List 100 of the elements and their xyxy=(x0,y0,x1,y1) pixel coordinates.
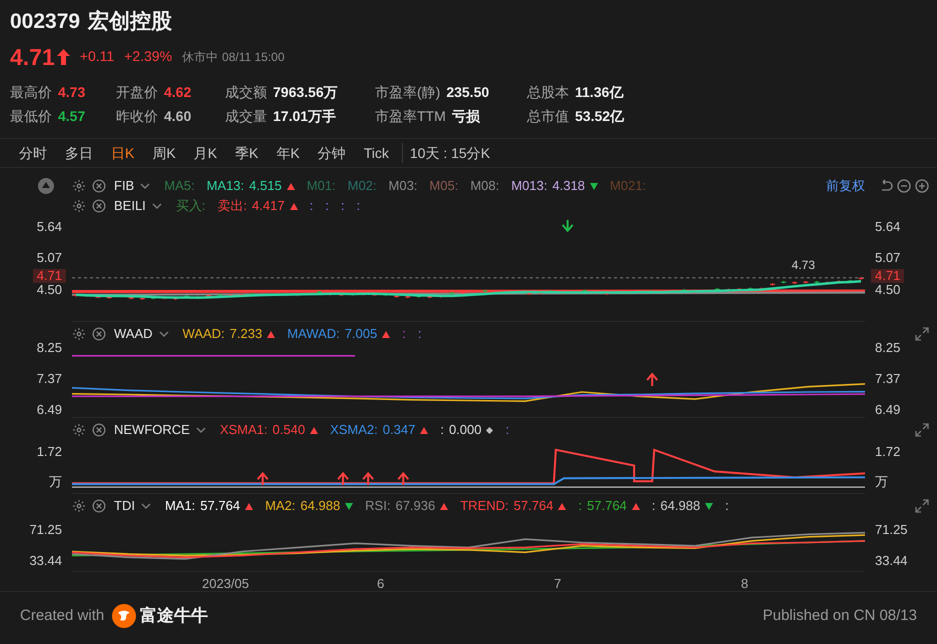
expand-icon[interactable] xyxy=(915,499,929,513)
indicator-name: WAAD xyxy=(114,325,153,344)
zoom-in-icon[interactable] xyxy=(915,179,929,193)
legend-label: RSI: xyxy=(365,497,390,516)
expand-icon[interactable] xyxy=(915,327,929,341)
legend-value: 7.005 xyxy=(344,325,378,344)
legend-label: M021: xyxy=(610,177,646,196)
period-tab[interactable]: 日K xyxy=(102,142,144,164)
axis-tick-label: 7.37 xyxy=(874,372,902,386)
axis-tick-label: 4.71 xyxy=(871,269,904,283)
close-icon[interactable] xyxy=(92,423,106,437)
legend-label: TREND: xyxy=(460,497,509,516)
high-price-label: 4.73 xyxy=(792,257,815,274)
stat-value: 4.57 xyxy=(58,107,86,126)
legend-label: : xyxy=(356,197,360,216)
chevron-down-icon[interactable] xyxy=(196,425,206,435)
legend-label: : xyxy=(418,325,422,344)
axis-tick-label: 1.72 xyxy=(36,445,63,459)
axis-tick-label: 万 xyxy=(48,475,63,489)
axis-tick-label: 万 xyxy=(874,475,889,489)
legend-label: MA13: xyxy=(206,177,244,196)
settings-icon[interactable] xyxy=(72,199,86,213)
period-tab[interactable]: 分钟 xyxy=(308,142,355,164)
close-icon[interactable] xyxy=(92,199,106,213)
close-icon[interactable] xyxy=(92,499,106,513)
chevron-down-icon[interactable] xyxy=(140,501,151,511)
axis-tick-label: 5.64 xyxy=(36,220,63,234)
period-tab[interactable]: 年K xyxy=(267,142,309,164)
legend-value: 57.764 xyxy=(514,497,554,516)
settings-icon[interactable] xyxy=(72,327,86,341)
axis-tick-label: 8.25 xyxy=(874,341,902,355)
legend-label: : xyxy=(325,197,329,216)
period-tab[interactable]: Tick xyxy=(354,142,398,164)
legend-label: : xyxy=(578,497,582,516)
legend-label: MAWAD: xyxy=(287,325,340,344)
interval-selector[interactable]: 10天 : 15分K xyxy=(406,142,494,164)
stat-value: 4.60 xyxy=(164,107,192,126)
chevron-down-icon[interactable] xyxy=(158,329,169,339)
stat-label: 市盈率(静) xyxy=(375,83,440,102)
legend-value: 0.347 xyxy=(382,421,416,440)
zoom-out-icon[interactable] xyxy=(897,179,911,193)
collapse-up-icon[interactable] xyxy=(38,178,54,194)
stat-value: 7963.56万 xyxy=(273,83,338,102)
stat-value: 4.62 xyxy=(164,83,192,102)
x-axis-label: 6 xyxy=(377,575,384,593)
period-tab[interactable]: 多日 xyxy=(56,142,102,164)
expand-icon[interactable] xyxy=(915,423,929,437)
legend-value: 64.988 xyxy=(300,497,340,516)
percent-change: +2.39% xyxy=(124,47,172,66)
period-tab[interactable]: 季K xyxy=(226,142,268,164)
stat-label: 开盘价 xyxy=(116,83,158,102)
legend-label: : xyxy=(310,197,314,216)
stat-label: 成交量 xyxy=(225,107,267,126)
legend-label: MA1: xyxy=(164,497,196,516)
legend-value: 4.515 xyxy=(249,177,282,196)
logo-icon xyxy=(112,604,136,628)
stat-label: 总市值 xyxy=(527,107,569,126)
axis-tick-label: 33.44 xyxy=(28,554,63,568)
axis-tick-label: 71.25 xyxy=(28,523,63,537)
axis-tick-label: 4.71 xyxy=(32,269,66,283)
legend-label: : xyxy=(725,497,729,516)
last-price: 4.71 xyxy=(10,42,55,72)
down-arrow-signal-icon xyxy=(562,218,574,232)
period-tab[interactable]: 周K xyxy=(143,142,185,164)
axis-tick-label: 7.37 xyxy=(36,372,63,386)
legend-label: XSMA1: xyxy=(220,421,268,440)
legend-label: M05: xyxy=(429,177,458,196)
legend-label: 买入: xyxy=(176,197,206,216)
x-axis-label: 2023/05 xyxy=(202,575,249,593)
legend-value: 4.318 xyxy=(552,177,585,196)
legend-value: 0.000 xyxy=(448,421,482,440)
legend-label: : xyxy=(340,197,344,216)
close-icon[interactable] xyxy=(92,327,106,341)
axis-tick-label: 6.49 xyxy=(36,403,63,417)
close-icon[interactable] xyxy=(92,179,106,193)
legend-label: MA2: xyxy=(265,497,296,516)
axis-tick-label: 8.25 xyxy=(36,341,63,355)
settings-icon[interactable] xyxy=(72,179,86,193)
chevron-down-icon[interactable] xyxy=(152,201,162,211)
indicator-name: NEWFORCE xyxy=(114,421,190,440)
period-tab[interactable]: 分时 xyxy=(10,142,56,164)
chevron-down-icon[interactable] xyxy=(140,181,150,191)
settings-icon[interactable] xyxy=(72,499,86,513)
stat-value: 235.50 xyxy=(446,83,490,102)
undo-icon[interactable] xyxy=(879,179,893,193)
axis-tick-label: 71.25 xyxy=(874,523,909,537)
legend-label: M013: xyxy=(511,177,548,196)
indicator-name: FIB xyxy=(114,177,134,196)
period-tab[interactable]: 月K xyxy=(184,142,226,164)
legend-label: : xyxy=(440,421,444,440)
adjust-selector[interactable]: 前复权 xyxy=(826,176,865,196)
up-arrow-signal-icon xyxy=(397,472,410,486)
legend-label: 卖出: xyxy=(217,197,248,216)
stat-value: 4.73 xyxy=(58,83,86,102)
legend-label: MA5: xyxy=(164,177,195,196)
legend-value: 57.764 xyxy=(587,497,627,516)
settings-icon[interactable] xyxy=(72,423,86,437)
stat-label: 最低价 xyxy=(10,107,52,126)
legend-value: 64.988 xyxy=(660,497,700,516)
axis-tick-label: 5.07 xyxy=(874,251,902,265)
